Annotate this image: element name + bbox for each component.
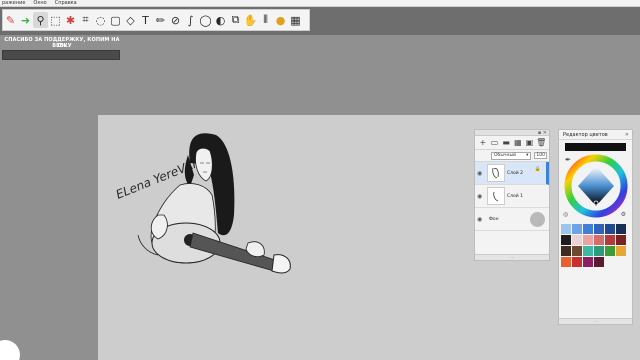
- brush-preview-icon[interactable]: ◎: [563, 211, 568, 218]
- color-editor-title: Редактор цветов ✕: [559, 130, 632, 140]
- zoom-icon[interactable]: ⚲: [33, 12, 48, 28]
- arrow-right-icon[interactable]: ➜: [18, 12, 33, 28]
- color-swatch-13[interactable]: [572, 246, 582, 256]
- menu-item-window[interactable]: Окно: [33, 0, 46, 6]
- layer-thumbnail: [487, 187, 505, 205]
- color-swatch-3[interactable]: [594, 224, 604, 234]
- layers-panel: ▪ ✕ + ▭ ▬ ▦ ▣ 🗑 Обычный ▾ 100 ◉ Слой 2 🔒…: [474, 129, 550, 261]
- layer-item[interactable]: ◉ Слой 1: [475, 185, 549, 208]
- swatches-icon[interactable]: ▦: [288, 12, 303, 28]
- ruler-icon[interactable]: ⫴: [258, 12, 273, 28]
- marquee-select-icon[interactable]: ⬚: [48, 12, 63, 28]
- color-swatch-18[interactable]: [561, 257, 571, 267]
- color-wheel-area[interactable]: ✒ ◎ ⚙: [559, 154, 632, 218]
- color-swatch-14[interactable]: [583, 246, 593, 256]
- layers-panel-footer[interactable]: ⋯: [475, 254, 549, 260]
- color-swatch-17[interactable]: [616, 246, 626, 256]
- visibility-eye-icon[interactable]: ◉: [477, 216, 485, 223]
- clone-icon[interactable]: ⧉: [228, 12, 243, 28]
- hand-icon[interactable]: ✋: [243, 12, 258, 28]
- layer-thumbnail: [487, 164, 505, 182]
- swatch-grid: [561, 224, 632, 267]
- guitar-head: [271, 254, 291, 274]
- crop-icon[interactable]: ⌗: [78, 12, 93, 28]
- add-layer-icon[interactable]: +: [477, 138, 489, 147]
- tool-strip: ✎ ➜ ⚲ ⬚ ✱ ⌗ ◌ ▢ ◇ T ✏ ⊘ ∫ ◯ ◐ ⧉ ✋ ⫴ ● ▦: [2, 9, 310, 31]
- color-panel-footer[interactable]: ⋯: [559, 318, 632, 324]
- layer-mask-icon[interactable]: ▣: [524, 138, 536, 147]
- blend-row: Обычный ▾ 100: [475, 150, 549, 162]
- chevron-down-icon: ▾: [526, 153, 529, 158]
- layer-1-thumbnail-art: [493, 191, 499, 202]
- layer-name: Фон: [489, 216, 499, 222]
- color-swatch-16[interactable]: [605, 246, 615, 256]
- perspective-icon[interactable]: ◇: [123, 12, 138, 28]
- eyedropper-icon[interactable]: ✒: [565, 156, 571, 164]
- color-swatch-4[interactable]: [605, 224, 615, 234]
- layer-item[interactable]: ◉ Слой 2 🔒: [475, 162, 549, 185]
- text-icon[interactable]: T: [138, 12, 153, 28]
- layer-item[interactable]: ◉ Фон: [475, 208, 549, 231]
- color-swatch-5[interactable]: [616, 224, 626, 234]
- color-swatch-7[interactable]: [572, 235, 582, 245]
- color-swatch-21[interactable]: [594, 257, 604, 267]
- opacity-field[interactable]: 100: [534, 152, 547, 159]
- color-swatch-10[interactable]: [605, 235, 615, 245]
- color-swatch-2[interactable]: [583, 224, 593, 234]
- menu-item-image[interactable]: ражение: [2, 0, 25, 6]
- toolbar: ✎ ➜ ⚲ ⬚ ✱ ⌗ ◌ ▢ ◇ T ✏ ⊘ ∫ ◯ ◐ ⧉ ✋ ⫴ ● ▦: [0, 7, 640, 35]
- color-swatch-6[interactable]: [561, 235, 571, 245]
- color-swatch-12[interactable]: [561, 246, 571, 256]
- color-swatch-8[interactable]: [583, 235, 593, 245]
- layers-toolbar: + ▭ ▬ ▦ ▣ 🗑: [475, 136, 549, 150]
- menu-item-help[interactable]: Справка: [55, 0, 77, 6]
- curve-icon[interactable]: ∫: [183, 12, 198, 28]
- visibility-eye-icon[interactable]: ◉: [477, 170, 485, 177]
- support-percent: 0%: [57, 43, 67, 49]
- color-swatch-1[interactable]: [572, 224, 582, 234]
- visibility-eye-icon[interactable]: ◉: [477, 193, 485, 200]
- blend-icon[interactable]: ◐: [213, 12, 228, 28]
- close-icon[interactable]: ✕: [625, 132, 629, 138]
- magic-wand-icon[interactable]: ✱: [63, 12, 78, 28]
- layer-settings-icon[interactable]: ▦: [512, 138, 524, 147]
- ellipse-icon[interactable]: ◯: [198, 12, 213, 28]
- brush-color-icon[interactable]: ✎: [3, 12, 18, 28]
- pencil-icon[interactable]: ✏: [153, 12, 168, 28]
- delete-layer-icon[interactable]: 🗑: [535, 138, 547, 147]
- face-shape: [195, 147, 213, 182]
- color-swatch-0[interactable]: [561, 224, 571, 234]
- layer-name: Слой 2: [507, 170, 523, 176]
- merge-layer-icon[interactable]: ▬: [500, 138, 512, 147]
- background-color-swatch[interactable]: [530, 212, 545, 227]
- color-swatch-19[interactable]: [572, 257, 582, 267]
- color-editor-panel: Редактор цветов ✕ ✒ ◎ ⚙ ⋯: [558, 129, 633, 325]
- layer-name: Слой 1: [507, 193, 523, 199]
- color-swatch-15[interactable]: [594, 246, 604, 256]
- eraser-icon[interactable]: ⊘: [168, 12, 183, 28]
- settings-icon[interactable]: ⚙: [621, 211, 626, 218]
- blend-mode-value: Обычный: [494, 153, 516, 158]
- color-editor-title-text: Редактор цветов: [563, 131, 608, 138]
- duplicate-layer-icon[interactable]: ▭: [489, 138, 501, 147]
- color-swatch-11[interactable]: [616, 235, 626, 245]
- layer-2-thumbnail-art: [492, 167, 499, 179]
- layer-lock-icon[interactable]: 🔒: [535, 166, 541, 172]
- shape-rect-icon[interactable]: ▢: [108, 12, 123, 28]
- color-swatch-9[interactable]: [594, 235, 604, 245]
- color-wheel-icon[interactable]: ●: [273, 12, 288, 28]
- menubar: ражение Окно Справка: [0, 0, 640, 7]
- color-swatch-20[interactable]: [583, 257, 593, 267]
- lasso-icon[interactable]: ◌: [93, 12, 108, 28]
- support-progress-bar: [2, 50, 120, 60]
- blend-mode-select[interactable]: Обычный ▾: [491, 151, 532, 160]
- current-color-swatch[interactable]: [565, 143, 626, 151]
